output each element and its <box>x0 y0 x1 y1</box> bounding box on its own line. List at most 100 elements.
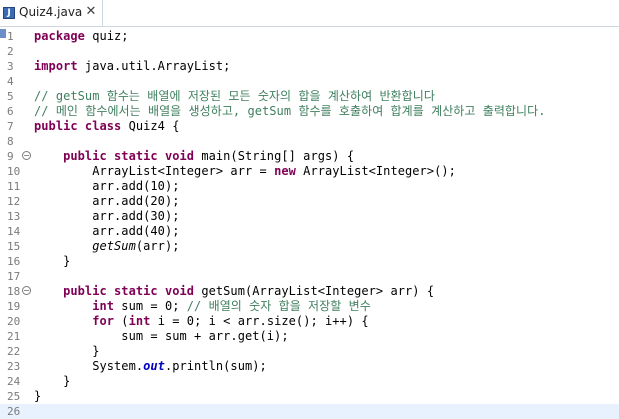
code-token: public static void <box>63 149 195 163</box>
tab-title: Quiz4.java <box>19 5 83 19</box>
code-token: (arr); <box>135 239 180 253</box>
java-file-icon: J <box>3 7 15 19</box>
code-text: ArrayList<Integer> arr = new ArrayList<I… <box>34 164 456 179</box>
code-line[interactable]: 5 // getSum 함수는 배열에 저장된 모든 숫자의 합을 계산하여 반환… <box>0 89 619 104</box>
code-text: getSum(arr); <box>34 239 180 254</box>
code-token: sum = 0; <box>114 299 187 313</box>
code-text: arr.add(10); <box>34 179 180 194</box>
line-number: 26 <box>7 405 21 418</box>
code-token: } <box>34 254 71 268</box>
code-line[interactable]: 4 <box>0 74 619 89</box>
code-line[interactable]: 12 arr.add(20); <box>0 194 619 209</box>
code-token: main(String[] args) { <box>194 149 355 163</box>
editor-tab-bar: J Quiz4.java ✕ <box>0 0 619 27</box>
code-text: // 메인 함수에서는 배열을 생성하고, getSum 함수를 호출하여 합계… <box>34 104 545 119</box>
code-line[interactable]: 18− public static void getSum(ArrayList<… <box>0 284 619 299</box>
line-number: 3 <box>7 60 14 73</box>
line-number: 2 <box>7 45 14 58</box>
line-number: 22 <box>7 345 21 358</box>
code-line[interactable]: 15 getSum(arr); <box>0 239 619 254</box>
code-token: int <box>92 299 115 313</box>
code-line[interactable]: 26 <box>0 404 619 419</box>
line-number: 16 <box>7 255 21 268</box>
code-token: } <box>34 344 100 358</box>
code-line[interactable]: 17 <box>0 269 619 284</box>
code-text: int sum = 0; // 배열의 숫자 합을 저장할 변수 <box>34 299 371 314</box>
code-text: public static void main(String[] args) { <box>34 149 354 164</box>
code-line[interactable]: 24 } <box>0 374 619 389</box>
code-line[interactable]: 13 arr.add(30); <box>0 209 619 224</box>
code-token: package <box>34 29 85 43</box>
line-number: 10 <box>7 165 21 178</box>
code-text: } <box>34 389 41 404</box>
code-token: arr.add(40); <box>34 224 180 238</box>
tab-quiz4-java[interactable]: J Quiz4.java ✕ <box>0 0 103 26</box>
code-line[interactable]: 11 arr.add(10); <box>0 179 619 194</box>
code-token: arr.add(10); <box>34 179 180 193</box>
code-text: public static void getSum(ArrayList<Inte… <box>34 284 434 299</box>
code-text: for (int i = 0; i < arr.size(); i++) { <box>34 314 369 329</box>
line-number: 5 <box>7 90 14 103</box>
line-number: 13 <box>7 210 21 223</box>
code-text: } <box>34 374 70 389</box>
line-number: 17 <box>7 270 21 283</box>
line-number: 4 <box>7 75 14 88</box>
code-text: arr.add(30); <box>34 209 180 224</box>
line-number: 6 <box>7 105 14 118</box>
code-line[interactable]: 16 } <box>0 254 619 269</box>
collapse-icon[interactable]: − <box>22 286 31 295</box>
code-editor[interactable]: 1 package quiz; 2 3 import java.util.ArrayLi… <box>0 27 619 419</box>
code-token: i = 0; i < arr.size(); i++) { <box>150 314 369 328</box>
code-line[interactable]: 25} <box>0 389 619 404</box>
line-number: 20 <box>7 315 21 328</box>
code-text: } <box>34 254 70 269</box>
code-line[interactable]: 19 int sum = 0; // 배열의 숫자 합을 저장할 변수 <box>0 299 619 314</box>
code-token: arr.add(20); <box>34 194 180 208</box>
code-line[interactable]: 1 package quiz; <box>0 29 619 44</box>
line-number: 8 <box>7 135 14 148</box>
close-icon[interactable]: ✕ <box>84 4 98 20</box>
code-text: } <box>34 344 99 359</box>
code-line[interactable]: 6 // 메인 함수에서는 배열을 생성하고, getSum 함수를 호출하여 합… <box>0 104 619 119</box>
code-text: // getSum 함수는 배열에 저장된 모든 숫자의 합을 계산하여 반환합… <box>34 89 435 104</box>
code-text: import java.util.ArrayList; <box>34 59 230 74</box>
code-line[interactable]: 22 } <box>0 344 619 359</box>
code-line[interactable]: 9− public static void main(String[] args… <box>0 149 619 164</box>
code-token: .println(sum); <box>164 359 267 373</box>
code-token: // 메인 함수에서는 배열을 생성하고, getSum 함수를 호출하여 합계… <box>34 104 546 118</box>
code-line[interactable]: 10 ArrayList<Integer> arr = new ArrayLis… <box>0 164 619 179</box>
code-token: for <box>92 314 115 328</box>
code-line[interactable]: 20 for (int i = 0; i < arr.size(); i++) … <box>0 314 619 329</box>
code-line[interactable]: 2 <box>0 44 619 59</box>
code-line[interactable]: 8 <box>0 134 619 149</box>
line-number: 15 <box>7 240 21 253</box>
code-token: import <box>34 59 78 73</box>
code-text: sum = sum + arr.get(i); <box>34 329 289 344</box>
code-line[interactable]: 21 sum = sum + arr.get(i); <box>0 329 619 344</box>
code-line[interactable]: 23 System.out.println(sum); <box>0 359 619 374</box>
code-line[interactable]: 14 arr.add(40); <box>0 224 619 239</box>
code-token: System. <box>34 359 144 373</box>
code-token: // getSum 함수는 배열에 저장된 모든 숫자의 합을 계산하여 반환합… <box>34 89 435 103</box>
code-token: out <box>143 359 165 373</box>
code-line[interactable]: 7 public class Quiz4 { <box>0 119 619 134</box>
line-number: 24 <box>7 375 21 388</box>
code-token: getSum <box>92 239 136 253</box>
line-number: 25 <box>7 390 21 403</box>
collapse-icon[interactable]: − <box>22 151 31 160</box>
line-number: 21 <box>7 330 21 343</box>
code-line[interactable]: 3 import java.util.ArrayList; <box>0 59 619 74</box>
code-token: arr.add(30); <box>34 209 180 223</box>
code-text: arr.add(20); <box>34 194 180 209</box>
code-token: int <box>128 314 151 328</box>
code-token: } <box>34 374 71 388</box>
line-number: 1 <box>7 30 14 43</box>
line-number: 23 <box>7 360 21 373</box>
code-token: sum = sum + arr.get(i); <box>34 329 289 343</box>
code-text: public class Quiz4 { <box>34 119 180 134</box>
code-token: public class <box>34 119 122 133</box>
line-number: 14 <box>7 225 21 238</box>
